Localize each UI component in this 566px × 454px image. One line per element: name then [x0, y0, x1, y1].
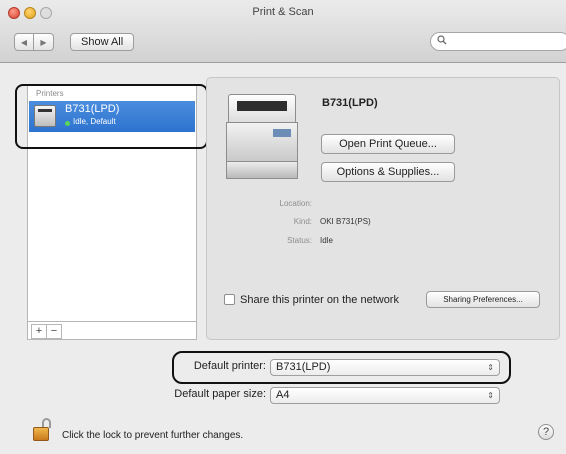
open-print-queue-button[interactable]: Open Print Queue...: [321, 134, 455, 154]
show-all-button[interactable]: Show All: [70, 33, 135, 51]
window-title: Print & Scan: [252, 6, 314, 18]
remove-printer-button[interactable]: −: [46, 324, 62, 339]
forward-button[interactable]: ▶: [34, 33, 54, 51]
status-label: Status:: [287, 236, 312, 245]
updown-arrows-icon: ⇕: [487, 391, 494, 400]
sharing-preferences-button[interactable]: Sharing Preferences...: [426, 291, 540, 308]
location-label: Location:: [279, 199, 312, 208]
search-input[interactable]: [430, 32, 566, 51]
back-button[interactable]: ◀: [14, 33, 34, 51]
kind-label: Kind:: [293, 217, 312, 226]
default-paper-size-select[interactable]: A4 ⇕: [270, 387, 500, 404]
kind-value: OKI B731(PS): [320, 217, 371, 226]
default-paper-size-label: Default paper size:: [174, 388, 266, 400]
help-button[interactable]: ?: [538, 424, 554, 440]
lock-instruction-text: Click the lock to prevent further change…: [62, 430, 244, 441]
printers-list-footer: + −: [27, 321, 197, 341]
default-paper-size-value: A4: [276, 389, 290, 401]
printer-detail-name: B731(LPD): [322, 97, 378, 109]
title-bar: Print & Scan ◀ ▶ Show All: [0, 0, 566, 63]
chevron-left-icon: ◀: [20, 37, 28, 47]
search-icon: [437, 35, 447, 45]
highlight-outline-default-printer: [172, 351, 511, 384]
options-supplies-button[interactable]: Options & Supplies...: [321, 162, 455, 182]
status-value: Idle: [320, 236, 333, 245]
share-printer-checkbox[interactable]: [224, 294, 235, 305]
add-printer-button[interactable]: +: [31, 324, 47, 339]
highlight-outline-printer-list: [15, 84, 208, 149]
navigation-buttons: ◀ ▶: [14, 33, 54, 51]
print-scan-window: Print & Scan ◀ ▶ Show All Printers B731(…: [0, 0, 566, 454]
share-printer-label[interactable]: Share this printer on the network: [240, 294, 399, 306]
chevron-right-icon: ▶: [40, 37, 47, 47]
lock-icon[interactable]: [31, 418, 55, 442]
printer-image: [222, 94, 302, 179]
